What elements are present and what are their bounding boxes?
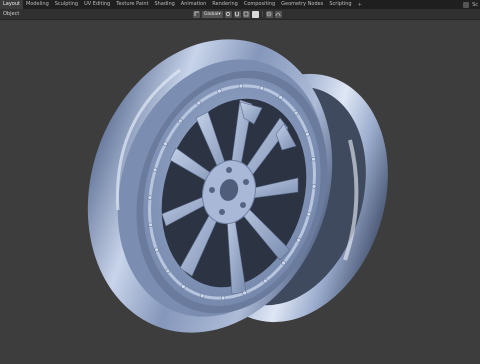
- chevron-down-icon: ▾: [218, 11, 221, 17]
- workspace-tab-6[interactable]: Animation: [178, 0, 210, 9]
- bolt: [263, 278, 268, 284]
- bolt: [178, 118, 183, 124]
- 3d-viewport[interactable]: [0, 20, 480, 360]
- bolt: [306, 211, 312, 217]
- bolt: [217, 88, 222, 94]
- bolt: [147, 195, 153, 200]
- workspace-tab-8[interactable]: Compositing: [241, 0, 278, 9]
- bolt: [181, 284, 186, 289]
- bolt: [154, 247, 159, 253]
- snap-toggle-icon[interactable]: [251, 10, 259, 18]
- workspace-tab-2[interactable]: Sculpting: [52, 0, 81, 9]
- bolt: [305, 131, 310, 137]
- bolt: [163, 141, 168, 147]
- bolt: [196, 100, 201, 106]
- bolt: [238, 83, 244, 89]
- transform-controls: Global ▾: [193, 10, 282, 18]
- wheel-render: [87, 39, 388, 333]
- snap-magnet-icon[interactable]: [233, 10, 241, 18]
- bolt: [281, 260, 286, 266]
- orientation-dropdown[interactable]: Global ▾: [202, 10, 223, 18]
- orientation-icon[interactable]: [193, 10, 200, 18]
- workspace-tab-10[interactable]: Scripting: [326, 0, 354, 9]
- bolt: [311, 156, 316, 162]
- scene-icon[interactable]: [463, 1, 470, 8]
- bolt: [259, 85, 265, 91]
- bolt: [165, 268, 171, 274]
- bolt: [293, 110, 299, 116]
- viewport-header: Object Global ▾: [0, 9, 480, 20]
- workspace-tab-5[interactable]: Shading: [151, 0, 177, 9]
- workspace-tab-7[interactable]: Rendering: [209, 0, 241, 9]
- bolt: [242, 290, 247, 296]
- falloff-icon[interactable]: [274, 10, 282, 18]
- pivot-icon[interactable]: [224, 10, 232, 18]
- workspace-tab-0[interactable]: Layout: [0, 0, 23, 9]
- mode-label[interactable]: Object: [0, 11, 193, 17]
- bolt: [296, 237, 301, 243]
- bolt: [199, 293, 205, 299]
- proportional-edit-icon[interactable]: [265, 10, 273, 18]
- workspace-tab-9[interactable]: Geometry Nodes: [278, 0, 326, 9]
- topbar-right: Sc: [463, 0, 480, 9]
- scene-name[interactable]: Sc: [472, 2, 478, 8]
- bolt: [152, 167, 158, 173]
- bolt: [311, 184, 317, 189]
- divider: [261, 11, 263, 17]
- workspace-tab-1[interactable]: Modeling: [23, 0, 52, 9]
- workspace-tab-3[interactable]: UV Editing: [81, 0, 113, 9]
- orientation-label: Global: [204, 11, 219, 17]
- add-workspace-button[interactable]: +: [355, 2, 365, 8]
- snap-target-icon[interactable]: [242, 10, 250, 18]
- workspace-tab-4[interactable]: Texture Paint: [113, 0, 151, 9]
- workspace-tabs-bar: Layout Modeling Sculpting UV Editing Texture…: [0, 0, 480, 9]
- bolt: [148, 222, 153, 228]
- bolt: [220, 295, 226, 301]
- bolt: [278, 95, 283, 100]
